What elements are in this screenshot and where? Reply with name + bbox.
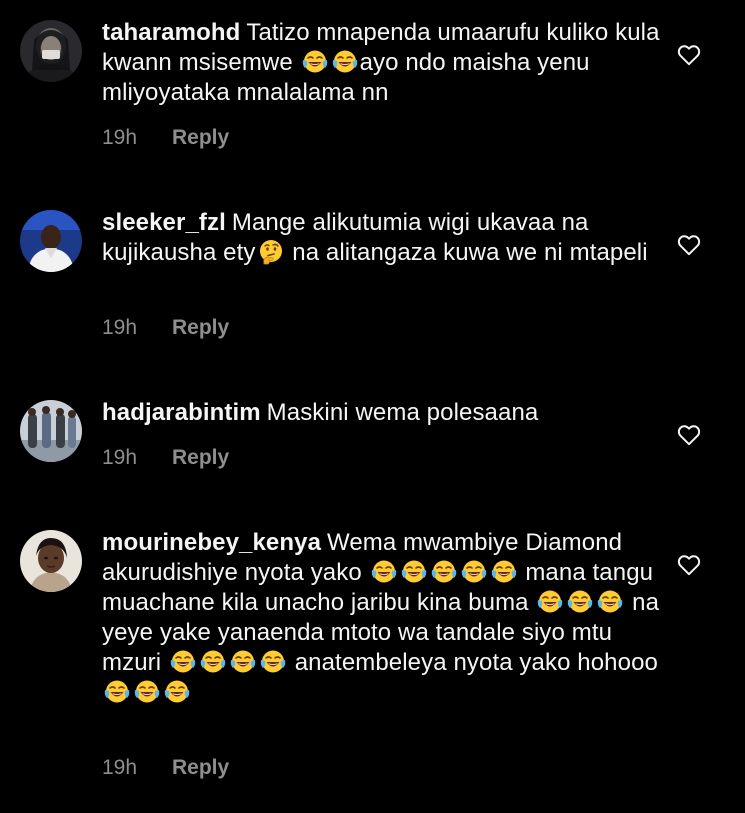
face-with-tears-of-joy-emoji	[401, 559, 427, 585]
face-with-tears-of-joy-emoji	[302, 49, 328, 75]
face-with-tears-of-joy-emoji	[104, 679, 130, 705]
avatar[interactable]	[20, 530, 82, 592]
face-with-tears-of-joy-emoji	[567, 589, 593, 615]
face-with-tears-of-joy-emoji	[371, 559, 397, 585]
comment-meta: 19h Reply	[102, 126, 229, 150]
heart-icon[interactable]	[676, 42, 702, 68]
face-with-tears-of-joy-emoji	[461, 559, 487, 585]
comment-username[interactable]: mourinebey_kenya	[102, 529, 321, 556]
comment-username[interactable]: sleeker_fzl	[102, 209, 226, 236]
reply-button[interactable]: Reply	[172, 126, 229, 149]
heart-icon[interactable]	[676, 422, 702, 448]
face-with-tears-of-joy-emoji	[332, 49, 358, 75]
comment-text: taharamohd Tatizo mnapenda umaarufu kulik…	[102, 18, 662, 108]
face-with-tears-of-joy-emoji	[170, 649, 196, 675]
thinking-face-emoji	[258, 239, 284, 265]
reply-button[interactable]: Reply	[172, 446, 229, 469]
avatar[interactable]	[20, 20, 82, 82]
comment-meta: 19h Reply	[102, 316, 229, 340]
face-with-tears-of-joy-emoji	[537, 589, 563, 615]
reply-button[interactable]: Reply	[172, 756, 229, 779]
face-with-tears-of-joy-emoji	[230, 649, 256, 675]
comment-body: Maskini wema polesaana	[267, 399, 539, 426]
face-with-tears-of-joy-emoji	[134, 679, 160, 705]
comment-timestamp: 19h	[102, 446, 138, 469]
face-with-tears-of-joy-emoji	[200, 649, 226, 675]
heart-icon[interactable]	[676, 232, 702, 258]
comment-username[interactable]: taharamohd	[102, 19, 240, 46]
comment-timestamp: 19h	[102, 316, 138, 339]
face-with-tears-of-joy-emoji	[491, 559, 517, 585]
comment-timestamp: 19h	[102, 126, 138, 149]
comment-text-segment: Maskini wema polesaana	[266, 399, 539, 426]
comment-meta: 19h Reply	[102, 756, 229, 780]
comment-text: hadjarabintim Maskini wema polesaana	[102, 398, 662, 428]
avatar[interactable]	[20, 400, 82, 462]
comment-timestamp: 19h	[102, 756, 138, 779]
avatar[interactable]	[20, 210, 82, 272]
comment-text-segment: anatembeleya nyota yako hohooo	[287, 649, 658, 676]
comment-text: sleeker_fzl Mange alikutumia wigi ukavaa …	[102, 208, 662, 268]
comment-text-segment: na alitangaza kuwa we ni mtapeli	[285, 239, 648, 266]
reply-button[interactable]: Reply	[172, 316, 229, 339]
face-with-tears-of-joy-emoji	[431, 559, 457, 585]
face-with-tears-of-joy-emoji	[164, 679, 190, 705]
heart-icon[interactable]	[676, 552, 702, 578]
comment-meta: 19h Reply	[102, 446, 229, 470]
comment-username[interactable]: hadjarabintim	[102, 399, 261, 426]
face-with-tears-of-joy-emoji	[260, 649, 286, 675]
face-with-tears-of-joy-emoji	[597, 589, 623, 615]
comment-text: mourinebey_kenya Wema mwambiye Diamond ak…	[102, 528, 662, 708]
